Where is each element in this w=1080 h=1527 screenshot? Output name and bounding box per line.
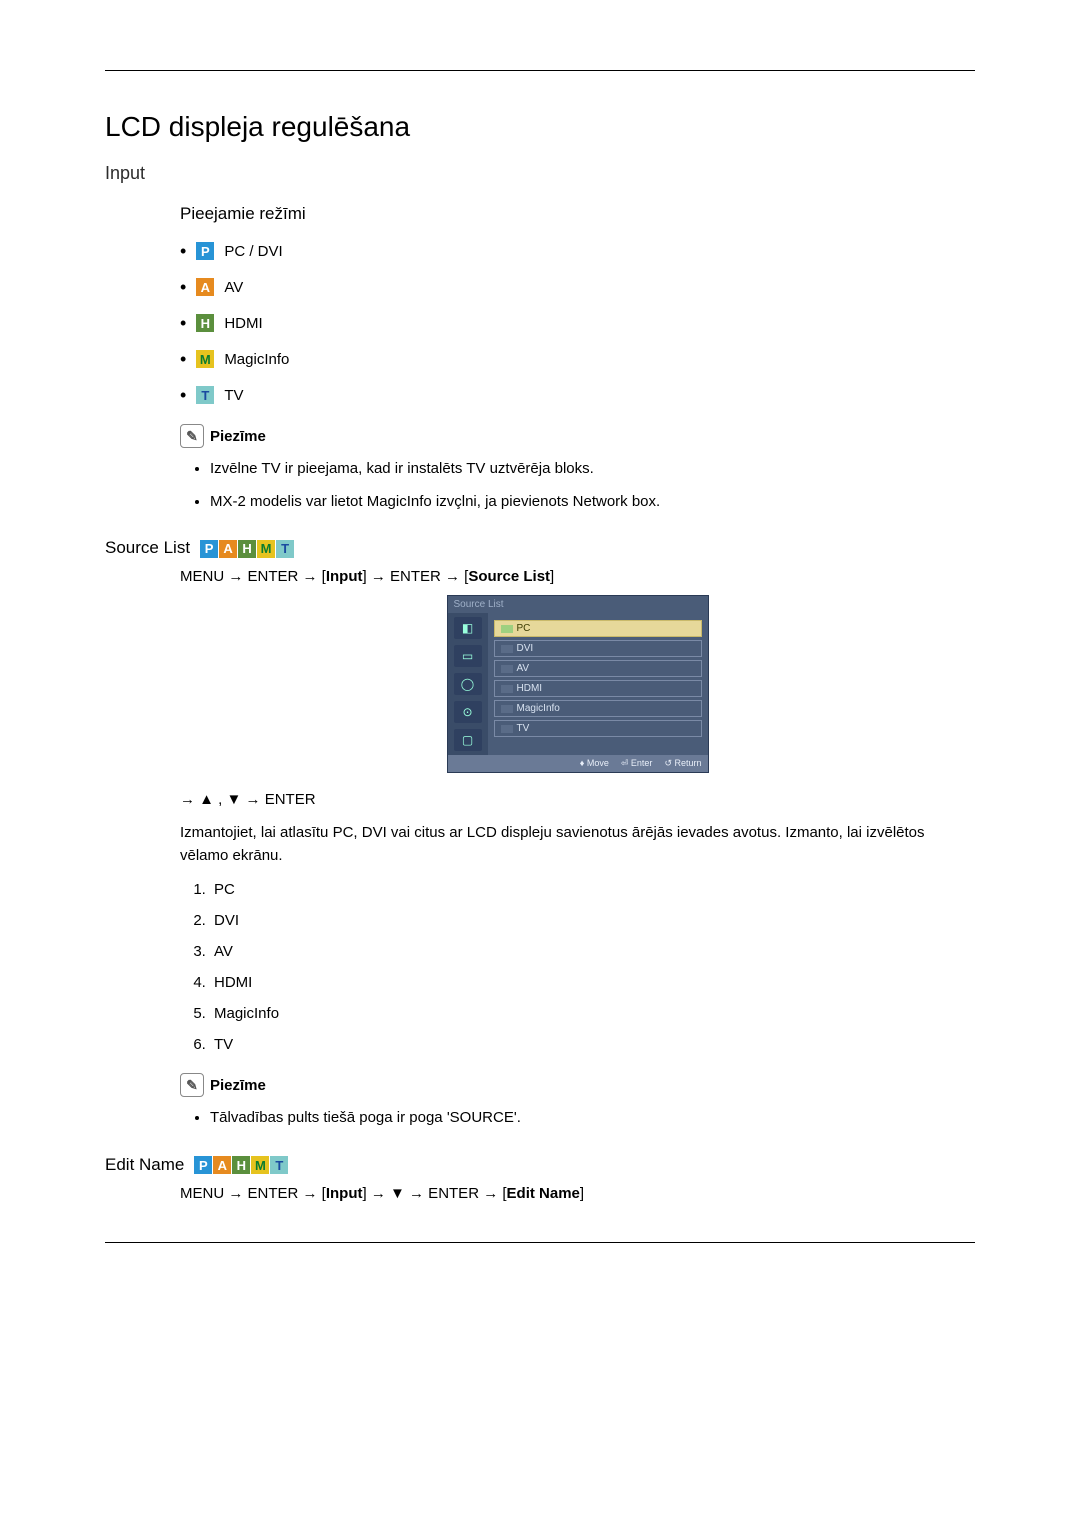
a-badge-icon: A [213, 1156, 231, 1174]
mode-item-tv: • T TV [180, 386, 975, 404]
note-label: Piezīme [210, 1077, 266, 1094]
bottom-divider [105, 1242, 975, 1243]
m-badge-icon: M [196, 350, 214, 368]
mode-label: PC / DVI [224, 243, 282, 260]
osd-item-hdmi: HDMI [494, 680, 702, 697]
mode-item-pcdvi: • P PC / DVI [180, 242, 975, 260]
osd-tab-icon: ▭ [454, 645, 482, 667]
osd-item-magicinfo: MagicInfo [494, 700, 702, 717]
note-label: Piezīme [210, 428, 266, 445]
m-badge-icon: M [257, 540, 275, 558]
note-list-2: Tālvadības pults tiešā poga ir poga 'SOU… [180, 1107, 975, 1130]
mode-item-hdmi: • H HDMI [180, 314, 975, 332]
list-item: DVI [210, 912, 975, 929]
h-badge-icon: H [196, 314, 214, 332]
a-badge-icon: A [196, 278, 214, 296]
list-item: TV [210, 1036, 975, 1053]
list-item: AV [210, 943, 975, 960]
osd-source-list: PC DVI AV HDMI MagicInfo TV [488, 613, 708, 755]
h-badge-icon: H [238, 540, 256, 558]
t-badge-icon: T [196, 386, 214, 404]
osd-title: Source List [448, 596, 708, 613]
mode-label: TV [224, 387, 243, 404]
bullet-icon: • [180, 278, 186, 296]
available-modes-heading: Pieejamie režīmi [180, 204, 975, 224]
note-item: MX-2 modelis var lietot MagicInfo izvçln… [210, 491, 975, 514]
note-icon: ✎ [180, 1073, 204, 1097]
osd-tab-icon: ▢ [454, 729, 482, 751]
page-title: LCD displeja regulēšana [105, 111, 975, 143]
p-badge-icon: P [196, 242, 214, 260]
list-item: HDMI [210, 974, 975, 991]
edit-name-heading: Edit Name PAHMT [105, 1155, 975, 1175]
list-item: PC [210, 881, 975, 898]
available-modes-list: • P PC / DVI • A AV • H HDMI • M MagicIn… [180, 242, 975, 404]
p-badge-icon: P [194, 1156, 212, 1174]
badge-row: PAHMT [200, 538, 295, 558]
mode-item-magicinfo: • M MagicInfo [180, 350, 975, 368]
bullet-icon: • [180, 350, 186, 368]
note-heading-1: ✎ Piezīme [180, 424, 975, 448]
p-badge-icon: P [200, 540, 218, 558]
a-badge-icon: A [219, 540, 237, 558]
source-list-description: Izmantojiet, lai atlasītu PC, DVI vai ci… [180, 822, 975, 867]
source-list-numbered: PC DVI AV HDMI MagicInfo TV [180, 881, 975, 1053]
osd-item-tv: TV [494, 720, 702, 737]
osd-footer-enter: ⏎ Enter [621, 758, 653, 769]
top-divider [105, 70, 975, 71]
osd-tab-icon: ⊙ [454, 701, 482, 723]
bullet-icon: • [180, 386, 186, 404]
osd-footer-return: ↺ Return [664, 758, 701, 769]
osd-tab-icon: ◯ [454, 673, 482, 695]
osd-footer: ♦ Move ⏎ Enter ↺ Return [448, 755, 708, 772]
source-list-menu-path: MENU → ENTER → [Input] → ENTER → [Source… [180, 568, 975, 585]
osd-item-dvi: DVI [494, 640, 702, 657]
mode-label: HDMI [224, 315, 262, 332]
note-list-1: Izvēlne TV ir pieejama, kad ir instalēts… [180, 458, 975, 513]
source-list-heading: Source List PAHMT [105, 538, 975, 558]
list-item: MagicInfo [210, 1005, 975, 1022]
osd-item-av: AV [494, 660, 702, 677]
badge-row: PAHMT [194, 1155, 289, 1175]
note-item: Tālvadības pults tiešā poga ir poga 'SOU… [210, 1107, 975, 1130]
note-icon: ✎ [180, 424, 204, 448]
osd-tab-icon: ◧ [454, 617, 482, 639]
osd-icon-column: ◧ ▭ ◯ ⊙ ▢ [448, 613, 488, 755]
bullet-icon: • [180, 242, 186, 260]
osd-item-pc: PC [494, 620, 702, 637]
navigation-after-osd: → ▲ , ▼ → ENTER [180, 791, 975, 808]
section-input-heading: Input [105, 163, 975, 184]
bullet-icon: • [180, 314, 186, 332]
edit-name-menu-path: MENU → ENTER → [Input] → ▼ → ENTER → [Ed… [180, 1185, 975, 1202]
t-badge-icon: T [270, 1156, 288, 1174]
edit-name-label: Edit Name [105, 1155, 184, 1175]
note-heading-2: ✎ Piezīme [180, 1073, 975, 1097]
osd-screenshot: Source List ◧ ▭ ◯ ⊙ ▢ PC DVI AV HDMI Mag… [447, 595, 709, 773]
t-badge-icon: T [276, 540, 294, 558]
h-badge-icon: H [232, 1156, 250, 1174]
mode-label: MagicInfo [224, 351, 289, 368]
osd-footer-move: ♦ Move [580, 758, 609, 769]
note-item: Izvēlne TV ir pieejama, kad ir instalēts… [210, 458, 975, 481]
m-badge-icon: M [251, 1156, 269, 1174]
source-list-label: Source List [105, 538, 190, 558]
mode-label: AV [224, 279, 243, 296]
mode-item-av: • A AV [180, 278, 975, 296]
